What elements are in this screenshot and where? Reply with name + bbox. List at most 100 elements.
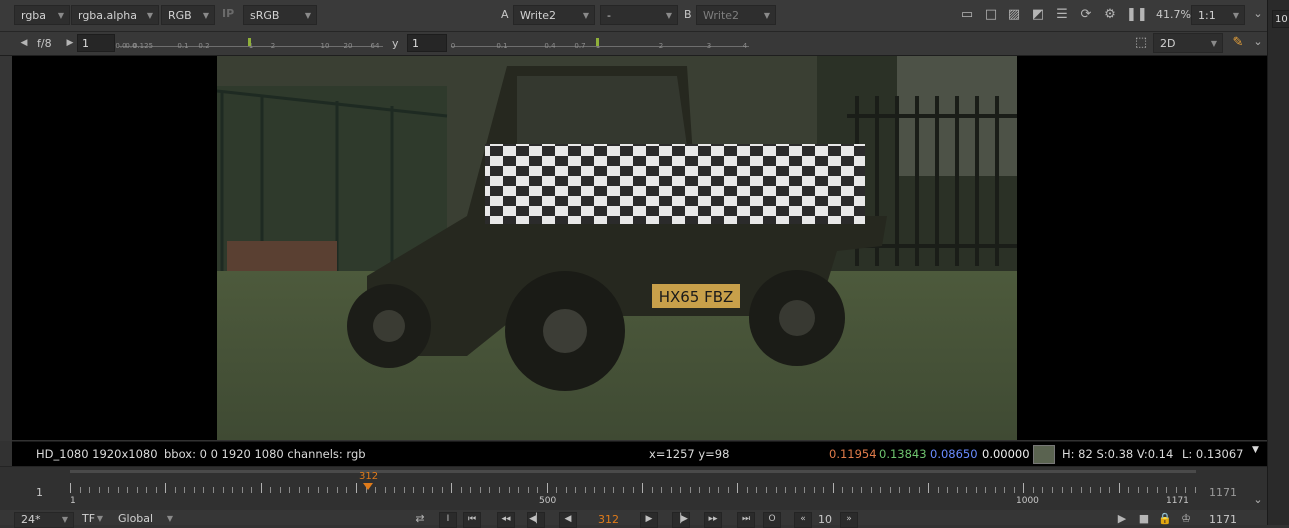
gain-field[interactable]: 1	[77, 34, 115, 52]
gain-slider-knob[interactable]	[248, 38, 251, 46]
pause-icon[interactable]: ❚❚	[1126, 8, 1148, 22]
fstop-increase-icon[interactable]: ▶	[62, 36, 78, 50]
gamma-slider-knob[interactable]	[596, 38, 599, 46]
info-dropdown-icon[interactable]: ▼	[1252, 445, 1259, 455]
gain-tick: 2	[270, 42, 276, 50]
scope-value: Global	[118, 512, 154, 525]
color-picker-icon[interactable]: ✎	[1230, 36, 1246, 50]
region-select-icon[interactable]: ⬚	[1133, 36, 1149, 50]
current-frame-marker-label: 312	[359, 471, 379, 482]
compare-operation-dropdown[interactable]: - ▼	[600, 5, 678, 25]
playback-mode-icon[interactable]: ▶	[1114, 512, 1130, 526]
gamma-tick: 3	[706, 42, 712, 50]
alpha-channel-dropdown[interactable]: rgba.alpha ▼	[71, 5, 159, 25]
chevron-down-icon: ▼	[57, 11, 64, 20]
adjacent-panel-field[interactable]: 10	[1272, 10, 1289, 28]
stop-icon[interactable]: ■	[1136, 512, 1152, 526]
channels-dropdown[interactable]: rgba ▼	[14, 5, 70, 25]
rendered-frame[interactable]: HX65 FBZ	[217, 56, 1017, 440]
chevron-down-icon: ▼	[146, 11, 153, 20]
gamma-tick: 4	[742, 42, 748, 50]
pixel-color-swatch	[1033, 445, 1055, 464]
roi-icon[interactable]: ▭	[959, 8, 975, 22]
input-a-dropdown[interactable]: Write2 ▼	[513, 5, 595, 25]
safe-area-icon[interactable]: □	[983, 8, 999, 22]
lut-value: sRGB	[250, 9, 280, 22]
timeline-label-1000: 1000	[1016, 496, 1039, 506]
gain-tick: 64	[370, 42, 380, 50]
gamma-label: y	[392, 37, 399, 50]
refresh-icon[interactable]: ⟳	[1078, 8, 1094, 22]
timeline-cache-bar	[70, 470, 1196, 473]
input-b-label: B	[684, 8, 692, 21]
expand-chevrons-icon[interactable]: ⌄	[1250, 7, 1266, 21]
pixel-info-bar: HD_1080 1920x1080 bbox: 0 0 1920 1080 ch…	[12, 441, 1267, 466]
play-backward-button[interactable]: ◀	[559, 512, 577, 528]
fps-dropdown[interactable]: 24* ▼	[14, 512, 74, 528]
out-frame-label: 1171	[1209, 486, 1237, 499]
tf-dropdown[interactable]: TF ▼	[76, 512, 108, 528]
in-frame-label: 1	[36, 486, 43, 499]
expand-chevrons-icon[interactable]: ⌄	[1250, 35, 1266, 49]
lock-icon[interactable]: 🔒	[1157, 512, 1173, 526]
gain-tick: 0.125	[132, 42, 154, 50]
scope-dropdown[interactable]: Global ▼	[112, 512, 178, 528]
chevron-down-icon: ▼	[582, 11, 589, 20]
viewer-canvas[interactable]: HX65 FBZ	[12, 56, 1267, 440]
proxy-value: 1:1	[1198, 9, 1216, 22]
chevron-down-icon: ▼	[1232, 11, 1239, 20]
pixel-alpha-value: 0.00000	[982, 447, 1030, 461]
play-forward-button[interactable]: ▶	[640, 512, 658, 528]
input-b-dropdown[interactable]: Write2 ▼	[696, 5, 776, 25]
zebra-icon[interactable]: ▨	[1006, 8, 1022, 22]
transport-controls: 24* ▼ TF ▼ Global ▼ ⇄ I ⏮ ◂◂ ◀▏ ◀ 312 ▶ ▕▶ …	[0, 510, 1267, 528]
loop-icon[interactable]: ⇄	[412, 512, 428, 526]
frame-increment-field[interactable]: 10	[818, 513, 832, 526]
timeline-ruler[interactable]	[70, 483, 1196, 495]
go-to-end-button[interactable]: ⏭	[737, 512, 755, 528]
skip-forward-button[interactable]: »	[840, 512, 858, 528]
playhead-icon[interactable]	[363, 483, 373, 490]
proxy-dropdown[interactable]: 1:1 ▼	[1191, 5, 1245, 25]
current-frame-field[interactable]: 312	[598, 513, 619, 526]
gamma-field[interactable]: 1	[407, 34, 447, 52]
fstop-decrease-icon[interactable]: ◀	[16, 36, 32, 50]
compare-operation-value: -	[607, 9, 611, 22]
zoom-value[interactable]: 41.7%	[1156, 8, 1191, 21]
go-to-start-button[interactable]: ⏮	[463, 512, 481, 528]
out-point-button[interactable]: O	[763, 512, 781, 528]
gain-tick: 20	[343, 42, 353, 50]
lut-dropdown[interactable]: sRGB ▼	[243, 5, 317, 25]
viewer-toolbar: rgba ▼ rgba.alpha ▼ RGB ▼ IP sRGB ▼ A Write2…	[0, 0, 1267, 32]
crown-icon[interactable]: ♔	[1178, 512, 1194, 526]
view-mode-dropdown[interactable]: 2D ▼	[1153, 33, 1223, 53]
gain-tick: 0.1	[177, 42, 189, 50]
settings-gear-icon[interactable]: ⚙	[1102, 8, 1118, 22]
next-frame-button[interactable]: ▕▶	[672, 512, 690, 528]
timeline-label-start: 1	[70, 496, 76, 506]
gamma-slider[interactable]: 0 0.1 0.4 0.7 1 2 3 4	[451, 35, 749, 51]
viewer-control-bar: ◀ f/8 ▶ 1 0.0 0.0 0.125 0.1 0.2 1 2 10 2…	[0, 32, 1267, 56]
gain-tick: 0.2	[198, 42, 210, 50]
gamma-tick: 2	[658, 42, 664, 50]
gain-slider[interactable]: 0.0 0.0 0.125 0.1 0.2 1 2 10 20 64	[115, 35, 383, 51]
license-plate-text: HX65 FBZ	[659, 288, 734, 306]
viewer-left-strip	[0, 56, 12, 441]
adjacent-panel: 10	[1267, 0, 1289, 525]
expand-chevrons-icon[interactable]: ⌄	[1250, 493, 1266, 507]
wipe-icon[interactable]: ◩	[1030, 8, 1046, 22]
luminance-info: L: 0.13067	[1182, 447, 1244, 461]
step-forward-increment-button[interactable]: ▸▸	[704, 512, 722, 528]
overlay-icon[interactable]: ☰	[1054, 8, 1070, 22]
step-back-increment-button[interactable]: ◂◂	[497, 512, 515, 528]
fps-value: 24*	[21, 513, 41, 526]
display-channels-dropdown[interactable]: RGB ▼	[161, 5, 215, 25]
previous-frame-button[interactable]: ◀▏	[527, 512, 545, 528]
skip-back-button[interactable]: «	[794, 512, 812, 528]
in-point-button[interactable]: I	[439, 512, 457, 528]
end-frame-field[interactable]: 1171	[1209, 513, 1237, 526]
chevron-down-icon: ▼	[763, 11, 770, 20]
gamma-tick: 0	[450, 42, 456, 50]
chevron-down-icon: ▼	[202, 11, 209, 20]
ip-toggle[interactable]: IP	[222, 7, 234, 20]
